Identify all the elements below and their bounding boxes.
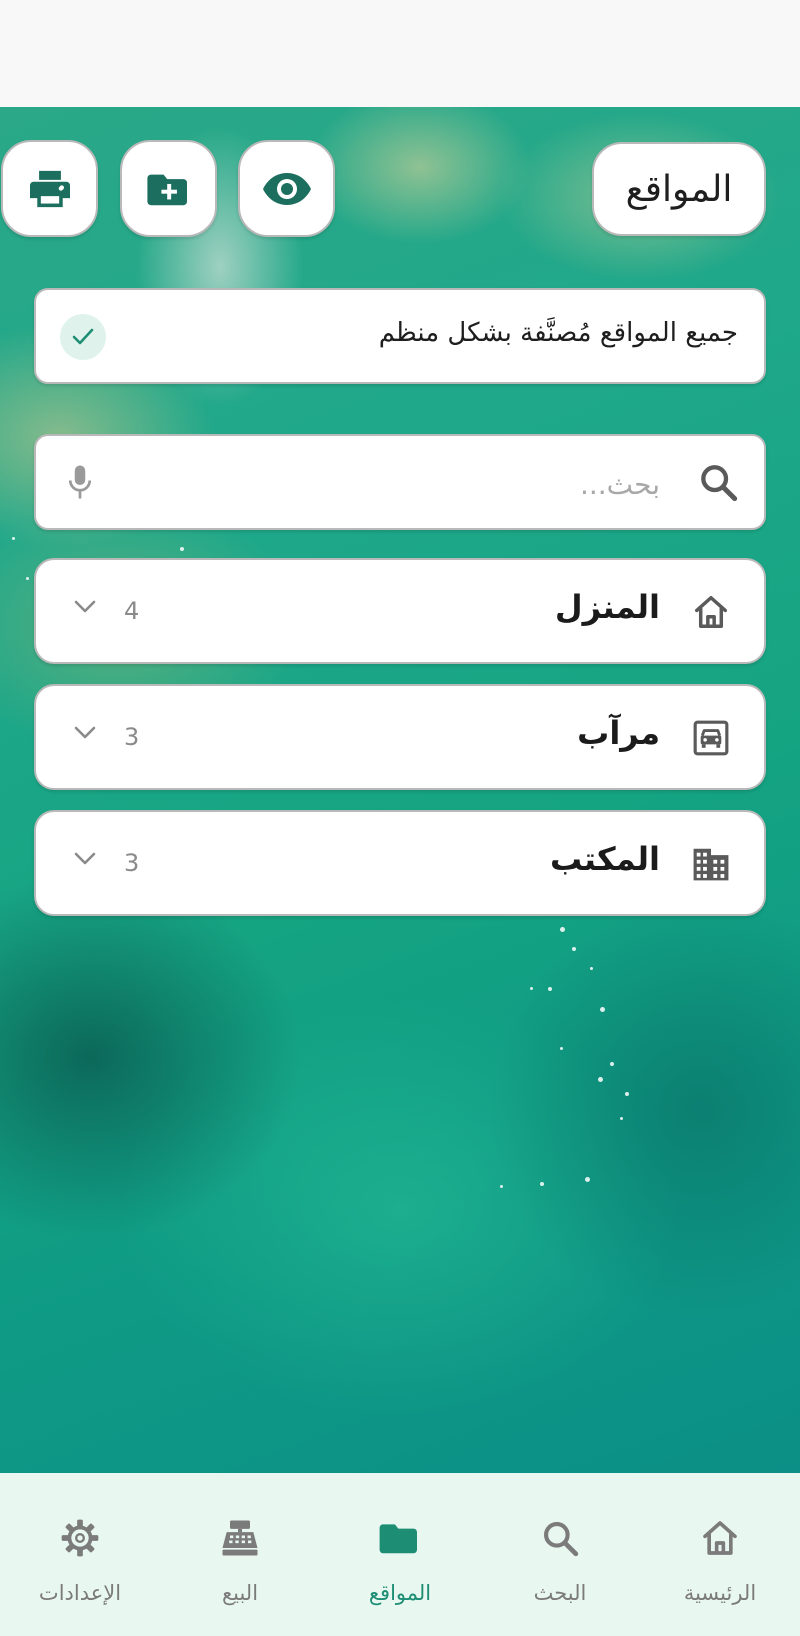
search-icon[interactable] [698,462,738,502]
nav-item-settings[interactable]: الإعدادات [0,1473,160,1636]
status-check-badge [60,314,106,360]
home-icon [695,596,727,628]
folder-icon [379,1524,417,1554]
microphone-icon[interactable] [68,464,92,500]
group-name: مرآب [577,714,660,752]
gear-icon [61,1519,99,1557]
cash-register-icon [222,1520,258,1556]
print-button[interactable] [1,140,98,237]
group-count: 4 [124,597,140,625]
folder-plus-icon [146,174,187,205]
nav-item-home[interactable]: الرئيسية [640,1473,800,1636]
group-garage[interactable]: 3 مرآب [34,684,766,790]
view-button[interactable] [238,140,335,237]
chevron-down-icon[interactable] [74,852,96,866]
check-icon [72,328,94,345]
status-bar [0,0,800,107]
search-icon [544,1522,579,1557]
group-name: المنزل [554,588,660,626]
nav-label: المواقع [368,1581,432,1605]
nav-item-search[interactable]: البحث [480,1473,640,1636]
page-title[interactable]: المواقع [592,142,766,236]
status-text: جميع المواقع مُصنَّفة بشكل منظم [378,318,738,348]
group-home[interactable]: 4 المنزل [34,558,766,664]
group-office[interactable]: 3 المكتب [34,810,766,916]
search-input[interactable] [140,462,660,506]
bottom-navigation: الرئيسية البحث المواقع البيع الإعدادات [0,1473,800,1636]
nav-item-locations[interactable]: المواقع [320,1473,480,1636]
nav-label: البحث [533,1581,587,1605]
add-folder-button[interactable] [120,140,217,237]
home-icon [703,1521,737,1555]
status-card: جميع المواقع مُصنَّفة بشكل منظم [34,288,766,384]
eye-icon [262,172,311,205]
print-icon [29,170,70,207]
group-count: 3 [124,849,140,877]
nav-item-sell[interactable]: البيع [160,1473,320,1636]
nav-label: البيع [221,1581,259,1605]
group-count: 3 [124,723,140,751]
chevron-down-icon[interactable] [74,600,96,614]
nav-label: الرئيسية [683,1581,757,1605]
garage-icon [693,720,729,756]
chevron-down-icon[interactable] [74,726,96,740]
nav-label: الإعدادات [38,1581,122,1605]
office-building-icon [693,848,729,881]
search-bar [34,434,766,530]
group-name: المكتب [550,840,660,878]
